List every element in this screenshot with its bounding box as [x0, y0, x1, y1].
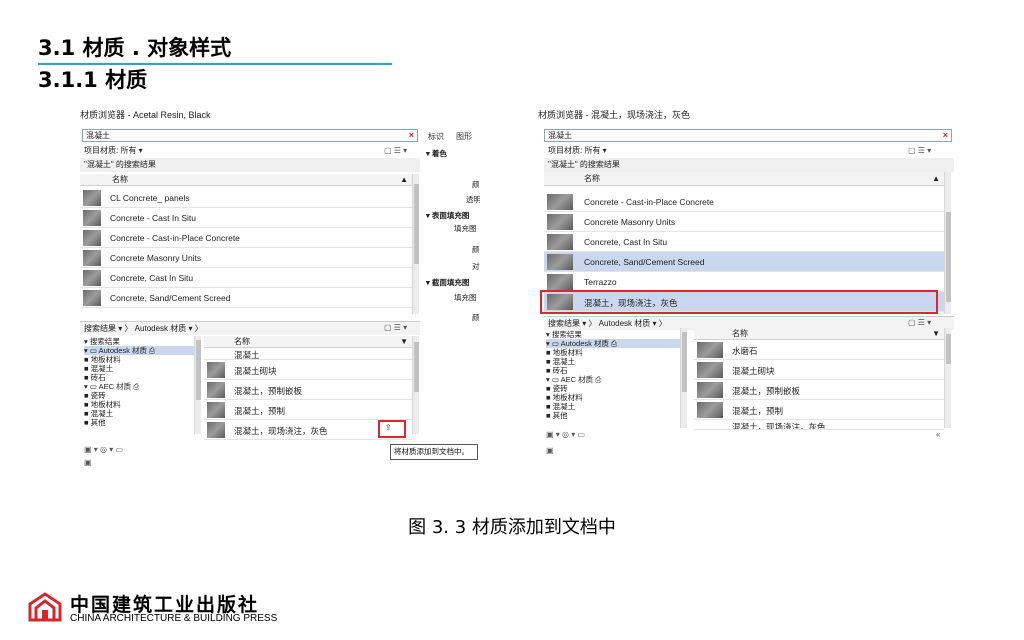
list-item[interactable]: Concrete, Cast In Situ [544, 232, 944, 252]
right-material-browser: 混凝土 × 项目材质: 所有 ▾ ▢ ☰ ▾ "混凝土" 的搜索结果 名称 ▲ C… [538, 124, 960, 464]
library-item[interactable]: 混凝土，预制嵌板 [204, 380, 412, 400]
library-bottom-tools[interactable]: ▣ ▾ ◎ ▾ ▭ [84, 445, 123, 454]
list-item[interactable]: Concrete, Cast In Situ [80, 268, 412, 288]
sort-down-icon: ▼ [932, 329, 940, 338]
list-item[interactable]: Terrazzo [544, 272, 944, 292]
list-item[interactable]: Concrete, Sand/Cement Screed [544, 252, 944, 272]
swatch-icon [547, 254, 573, 270]
filter-dropdown[interactable]: 项目材质: 所有 ▾ [544, 144, 954, 158]
add-to-document-button[interactable]: ⇪ [378, 420, 406, 438]
library-breadcrumb[interactable]: 搜索结果 ▾ 〉 Autodesk 材质 ▾ 〉 [80, 321, 420, 335]
library-item[interactable]: 混凝土，预制 [204, 400, 412, 420]
library-column-header[interactable]: 名称 ▼ [694, 328, 944, 340]
tree-scrollbar[interactable] [194, 336, 201, 434]
tree-scrollbar[interactable] [680, 328, 687, 428]
right-window-title: 材质浏览器 - 混凝土，现场浇注，灰色 [538, 110, 690, 120]
search-input[interactable]: 混凝土 × [544, 129, 952, 142]
library-tree[interactable]: ▾ 搜索结果 ▾ ▭ Autodesk 材质 ⎙ ■ 地板材料 ■ 混凝土 ■ … [84, 337, 196, 427]
section-heading: 3.1 材质 . 对象样式 [38, 36, 232, 60]
tab-identity[interactable]: 标识 [428, 131, 444, 142]
publisher-emblem-icon [28, 592, 62, 622]
swatch-icon [547, 274, 573, 290]
swatch-icon [207, 422, 225, 438]
swatch-icon [83, 230, 101, 246]
panel-toggle-icon[interactable]: ▣ [84, 458, 92, 467]
subsection-heading: 3.1.1 材质 [38, 68, 148, 92]
close-icon[interactable]: × [409, 130, 414, 141]
list-item[interactable]: Concrete Masonry Units [80, 248, 412, 268]
added-material-highlight [540, 290, 938, 314]
sort-down-icon: ▼ [400, 337, 408, 346]
swatch-icon [547, 214, 573, 230]
swatch-icon [697, 382, 723, 398]
library-item[interactable]: 混凝土 [204, 348, 412, 360]
swatch-icon [207, 362, 225, 378]
swatch-icon [697, 342, 723, 358]
library-column-header[interactable]: 名称 ▼ [204, 336, 412, 348]
left-window-title: 材质浏览器 - Acetal Resin, Black [80, 110, 211, 120]
swatch-icon [547, 234, 573, 250]
add-to-document-tooltip: 将材质添加到文档中。 [390, 444, 478, 460]
library-view-icon[interactable]: ▢ ☰ ▾ [384, 323, 407, 332]
library-scrollbar[interactable] [412, 336, 419, 434]
search-input[interactable]: 混凝土 × [82, 129, 418, 142]
column-header-name[interactable]: 名称 ▲ [80, 174, 412, 186]
publisher-name-en: CHINA ARCHITECTURE & BUILDING PRESS [70, 613, 278, 624]
panel-toggle-icon[interactable]: ▣ [546, 446, 554, 455]
list-item[interactable]: Concrete - Cast-in-Place Concrete [80, 228, 412, 248]
results-scrollbar[interactable] [944, 172, 951, 314]
swatch-icon [207, 402, 225, 418]
sort-up-icon: ▲ [932, 174, 940, 183]
filter-dropdown[interactable]: 项目材质: 所有 ▾ [80, 144, 420, 158]
list-item[interactable]: Concrete, Sand/Cement Screed [80, 288, 412, 308]
library-tree[interactable]: ▾ 搜索结果 ▾ ▭ Autodesk 材质 ⎙ ■ 地板材料 ■ 混凝土 ■ … [546, 330, 686, 420]
swatch-icon [83, 250, 101, 266]
library-item[interactable]: 混凝土砌块 [204, 360, 412, 380]
swatch-icon [697, 402, 723, 418]
results-label: "混凝土" 的搜索结果 [544, 158, 954, 172]
sort-up-icon: ▲ [400, 175, 408, 184]
collapse-icon[interactable]: « [936, 430, 940, 439]
list-item[interactable]: CL Concrete_ panels [80, 188, 412, 208]
publisher-logo: 中国建筑工业出版社 CHINA ARCHITECTURE & BUILDING … [28, 590, 328, 630]
library-bottom-tools[interactable]: ▣ ▾ ◎ ▾ ▭ [546, 430, 585, 439]
swatch-icon [83, 290, 101, 306]
library-item[interactable]: 混凝土，预制嵌板 [694, 380, 944, 400]
library-scrollbar[interactable] [944, 328, 951, 428]
results-scrollbar[interactable] [412, 174, 419, 314]
results-label: "混凝土" 的搜索结果 [80, 158, 420, 172]
library-item[interactable]: 混凝土砌块 [694, 360, 944, 380]
swatch-icon [83, 270, 101, 286]
figure-caption: 图 3. 3 材质添加到文档中 [408, 517, 616, 538]
view-options-icon[interactable]: ▢ ☰ ▾ [908, 146, 931, 155]
close-icon[interactable]: × [943, 130, 948, 141]
swatch-icon [547, 194, 573, 210]
list-item[interactable]: Concrete - Cast In Situ [80, 208, 412, 228]
list-item[interactable]: Concrete - Cast-in-Place Concrete [544, 192, 944, 212]
swatch-icon [207, 382, 225, 398]
library-view-icon[interactable]: ▢ ☰ ▾ [908, 318, 931, 327]
library-item[interactable]: 水磨石 [694, 340, 944, 360]
library-item[interactable]: 混凝土，现场浇注，灰色 [694, 420, 944, 430]
library-item[interactable]: 混凝土，预制 [694, 400, 944, 420]
left-material-browser: 混凝土 × 项目材质: 所有 ▾ ▢ ☰ ▾ "混凝土" 的搜索结果 名称 ▲ C… [80, 124, 480, 471]
list-item[interactable]: Concrete Masonry Units [544, 212, 944, 232]
swatch-icon [83, 190, 101, 206]
view-options-icon[interactable]: ▢ ☰ ▾ [384, 146, 407, 155]
upload-icon: ⇪ [385, 423, 392, 432]
tab-graphics[interactable]: 图形 [456, 131, 472, 142]
swatch-icon [697, 362, 723, 378]
swatch-icon [83, 210, 101, 226]
column-header-name[interactable]: 名称 ▲ [544, 172, 944, 186]
